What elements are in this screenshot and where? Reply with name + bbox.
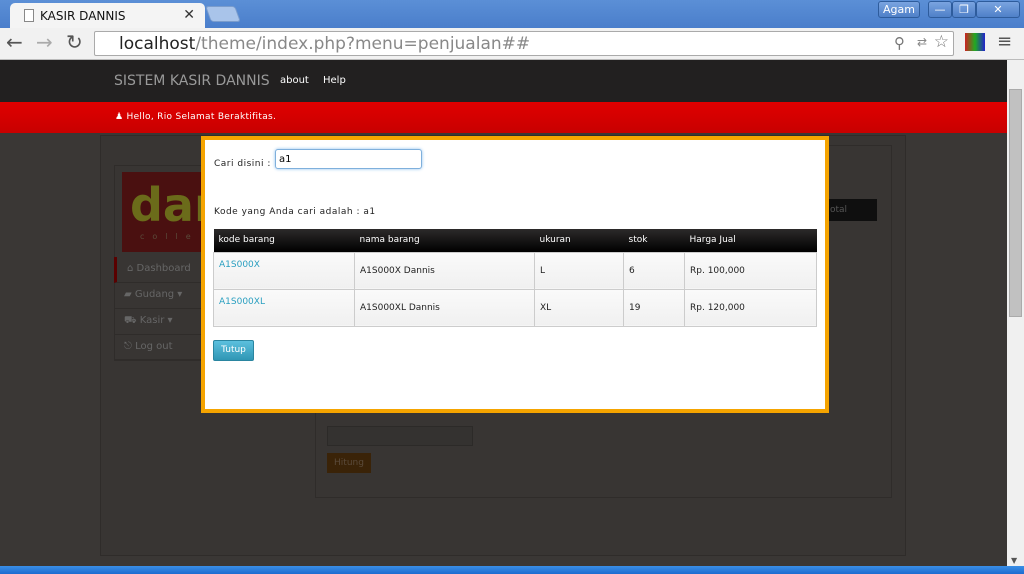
hitung-button[interactable]: Hitung: [327, 453, 371, 473]
cell-stok: 6: [623, 251, 685, 290]
menu-icon[interactable]: ≡: [997, 31, 1012, 52]
greeting-bar: ♟ Hello, Rio Selamat Beraktifitas.: [0, 102, 1007, 133]
brand[interactable]: SISTEM KASIR DANNIS: [114, 73, 270, 89]
greeting: ♟ Hello, Rio Selamat Beraktifitas.: [115, 112, 277, 122]
label: Kasir: [139, 315, 165, 326]
sidebar-item-gudang[interactable]: ▰ Gudang ▾: [114, 283, 204, 309]
taskbar: [0, 566, 1024, 574]
cell-kode: A1S000XL: [213, 288, 355, 327]
scroll-down-icon[interactable]: ▼: [1011, 556, 1017, 565]
url-host: localhost: [119, 34, 196, 54]
browser-toolbar: ← → ↻ localhost/theme/index.php?menu=pen…: [0, 28, 1024, 60]
translate-icon[interactable]: ⇄: [917, 35, 927, 49]
sidebar-item-kasir[interactable]: ⛟ Kasir ▾: [114, 309, 204, 335]
sidebar-item-dashboard[interactable]: ⌂ Dashboard: [114, 257, 204, 283]
address-bar[interactable]: localhost/theme/index.php?menu=penjualan…: [94, 31, 954, 56]
tab-title: KASIR DANNIS: [40, 9, 126, 23]
scrollbar-thumb[interactable]: [1009, 89, 1022, 317]
extension-icon[interactable]: [965, 33, 985, 51]
col-ukuran: ukuran: [534, 229, 624, 252]
kode-link[interactable]: A1S000X: [219, 260, 260, 270]
cell-ukuran: L: [534, 251, 624, 290]
url-path: /theme/index.php?menu=penjualan##: [195, 34, 531, 54]
close-window-button[interactable]: ✕: [976, 1, 1020, 18]
cell-harga: Rp. 120,000: [684, 288, 817, 327]
label: Gudang: [134, 289, 175, 300]
table-row: A1S000XL A1S000XL Dannis XL 19 Rp. 120,0…: [213, 288, 817, 327]
page-icon: [24, 9, 34, 22]
forward-icon[interactable]: →: [36, 30, 53, 54]
nav-help[interactable]: Help: [323, 75, 346, 86]
sidebar-item-logout[interactable]: ⎋ Log out: [114, 335, 204, 361]
logo-text: dan: [130, 178, 202, 232]
restore-button[interactable]: ❐: [952, 1, 976, 18]
search-label: Cari disini :: [214, 159, 271, 169]
new-tab-button[interactable]: [205, 6, 241, 22]
reload-icon[interactable]: ↻: [66, 30, 83, 54]
greeting-text: Hello, Rio Selamat Beraktifitas.: [126, 112, 277, 122]
label: Log out: [135, 341, 173, 352]
col-kode: kode barang: [213, 229, 355, 252]
results-table: kode barang nama barang ukuran stok Harg…: [213, 229, 817, 327]
table-row: A1S000X A1S000X Dannis L 6 Rp. 100,000: [213, 251, 817, 290]
browser-tab[interactable]: KASIR DANNIS ✕: [10, 3, 205, 28]
col-stok: stok: [623, 229, 685, 252]
cell-nama: A1S000X Dannis: [354, 251, 535, 290]
browser-titlebar: KASIR DANNIS ✕ Agam — ❐ ✕: [0, 0, 1024, 28]
logo: dancolle: [122, 172, 202, 252]
search-modal: Cari disini : Kode yang Anda cari adalah…: [201, 136, 829, 413]
table-header: kode barang nama barang ukuran stok Harg…: [213, 229, 817, 252]
cell-ukuran: XL: [534, 288, 624, 327]
profile-button[interactable]: Agam: [878, 1, 920, 18]
kode-link[interactable]: A1S000XL: [219, 297, 265, 307]
cell-harga: Rp. 100,000: [684, 251, 817, 290]
navbar: SISTEM KASIR DANNIS about Help: [0, 60, 1007, 102]
nav-about[interactable]: about: [280, 75, 309, 86]
col-nama: nama barang: [354, 229, 535, 252]
search-input[interactable]: [275, 149, 422, 169]
close-tab-icon[interactable]: ✕: [183, 7, 195, 23]
close-button[interactable]: Tutup: [213, 340, 254, 361]
payment-input[interactable]: [327, 426, 473, 446]
cell-kode: A1S000X: [213, 251, 355, 290]
minimize-button[interactable]: —: [928, 1, 952, 18]
cell-stok: 19: [623, 288, 685, 327]
bookmark-star-icon[interactable]: ☆: [934, 32, 949, 52]
label: Dashboard: [136, 263, 191, 274]
back-icon[interactable]: ←: [6, 30, 23, 54]
logo-sub: colle: [140, 232, 199, 241]
result-text: Kode yang Anda cari adalah : a1: [214, 207, 376, 217]
zoom-icon[interactable]: ⚲: [894, 34, 905, 52]
cell-nama: A1S000XL Dannis: [354, 288, 535, 327]
col-harga: Harga Jual: [684, 229, 817, 252]
